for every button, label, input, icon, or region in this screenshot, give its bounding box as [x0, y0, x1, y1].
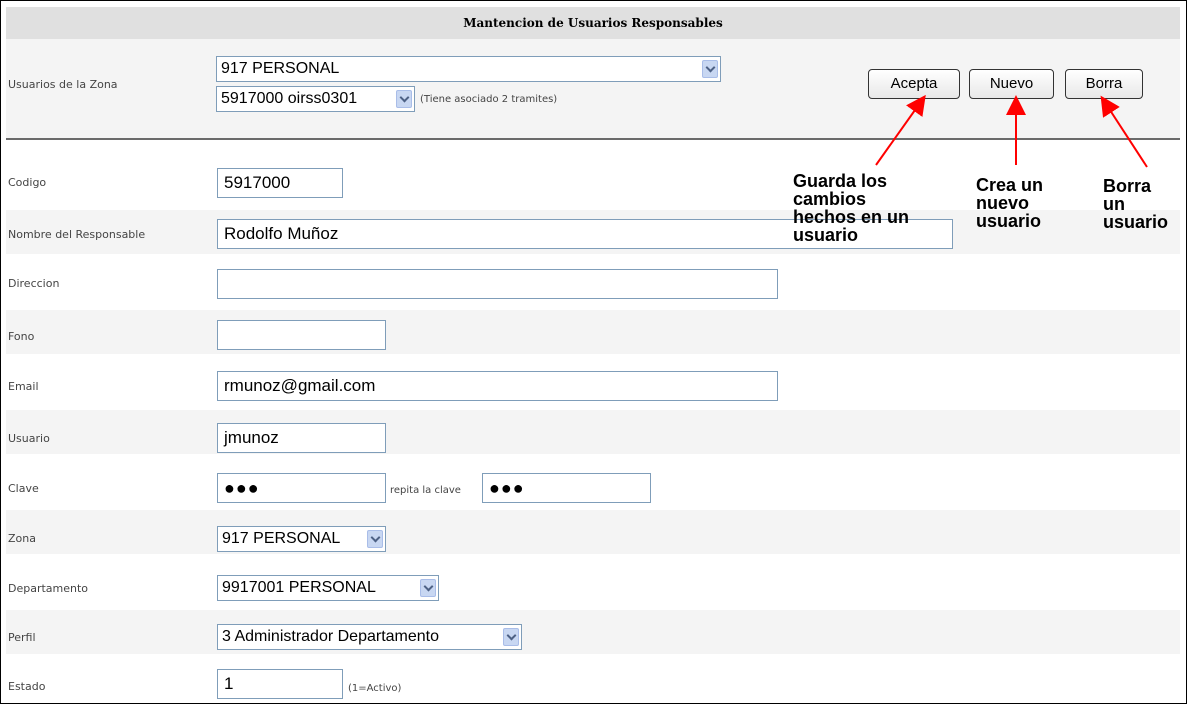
annotation-line: un	[1103, 194, 1125, 214]
zona-label: Zona	[8, 532, 36, 545]
departamento-select-value: 9917001 PERSONAL	[222, 579, 376, 596]
codigo-label: Codigo	[8, 176, 47, 189]
annotation-delete: Borra un usuario	[1103, 177, 1168, 231]
chevron-down-icon[interactable]	[367, 530, 383, 548]
perfil-label: Perfil	[8, 631, 36, 644]
direccion-label: Direccion	[8, 277, 60, 290]
estado-field[interactable]: 1	[217, 669, 343, 699]
zone-select-value: 917 PERSONAL	[221, 60, 340, 77]
chevron-down-icon[interactable]	[503, 628, 519, 646]
annotation-line: usuario	[976, 211, 1042, 231]
row-background	[6, 310, 1180, 354]
estado-label: Estado	[8, 680, 46, 693]
user-select[interactable]: 5917000 oirss0301	[216, 86, 415, 112]
nombre-label: Nombre del Responsable	[8, 228, 146, 241]
codigo-field[interactable]: 5917000	[217, 168, 343, 198]
annotation-accept: Guarda los cambios hechos en un usuario	[793, 172, 909, 244]
estado-note: (1=Activo)	[348, 683, 402, 694]
zona-select[interactable]: 917 PERSONAL	[217, 526, 386, 552]
annotation-line: usuario	[1103, 212, 1169, 232]
usuario-label: Usuario	[8, 432, 50, 445]
tramites-note: (Tiene asociado 2 tramites)	[420, 94, 558, 105]
annotation-line: Guarda los	[793, 171, 888, 191]
annotation-line: cambios	[793, 189, 867, 209]
repeat-clave-field[interactable]: ●●●	[482, 473, 651, 503]
annotation-line: Crea un	[976, 175, 1044, 195]
accept-button[interactable]: Acepta	[868, 69, 960, 99]
section-divider	[6, 138, 1180, 140]
annotation-line: nuevo	[976, 193, 1030, 213]
direccion-field[interactable]	[217, 269, 778, 299]
annotation-new: Crea un nuevo usuario	[976, 176, 1043, 230]
departamento-select[interactable]: 9917001 PERSONAL	[217, 575, 439, 601]
zone-users-label: Usuarios de la Zona	[8, 78, 118, 91]
row-background	[6, 410, 1180, 454]
row-background	[6, 510, 1180, 554]
annotation-line: usuario	[793, 225, 859, 245]
usuario-field[interactable]: jmunoz	[217, 423, 386, 453]
perfil-select[interactable]: 3 Administrador Departamento	[217, 624, 522, 650]
chevron-down-icon[interactable]	[420, 579, 436, 597]
annotation-line: Borra	[1103, 176, 1152, 196]
email-field[interactable]: rmunoz@gmail.com	[217, 371, 778, 401]
annotation-line: hechos en un	[793, 207, 910, 227]
new-button[interactable]: Nuevo	[969, 69, 1054, 99]
user-select-value: 5917000 oirss0301	[221, 90, 358, 107]
fono-field[interactable]	[217, 320, 386, 350]
clave-field[interactable]: ●●●	[217, 473, 386, 503]
chevron-down-icon[interactable]	[702, 60, 718, 78]
page-title: Mantencion de Usuarios Responsables	[6, 7, 1180, 39]
fono-label: Fono	[8, 330, 35, 343]
chevron-down-icon[interactable]	[396, 90, 412, 108]
row-background	[6, 610, 1180, 654]
zone-select[interactable]: 917 PERSONAL	[216, 56, 721, 82]
delete-button[interactable]: Borra	[1065, 69, 1143, 99]
clave-label: Clave	[8, 482, 39, 495]
email-label: Email	[8, 380, 39, 393]
zona-select-value: 917 PERSONAL	[222, 530, 341, 547]
repeat-clave-label: repita la clave	[390, 485, 461, 496]
departamento-label: Departamento	[8, 582, 89, 595]
perfil-select-value: 3 Administrador Departamento	[222, 628, 439, 645]
